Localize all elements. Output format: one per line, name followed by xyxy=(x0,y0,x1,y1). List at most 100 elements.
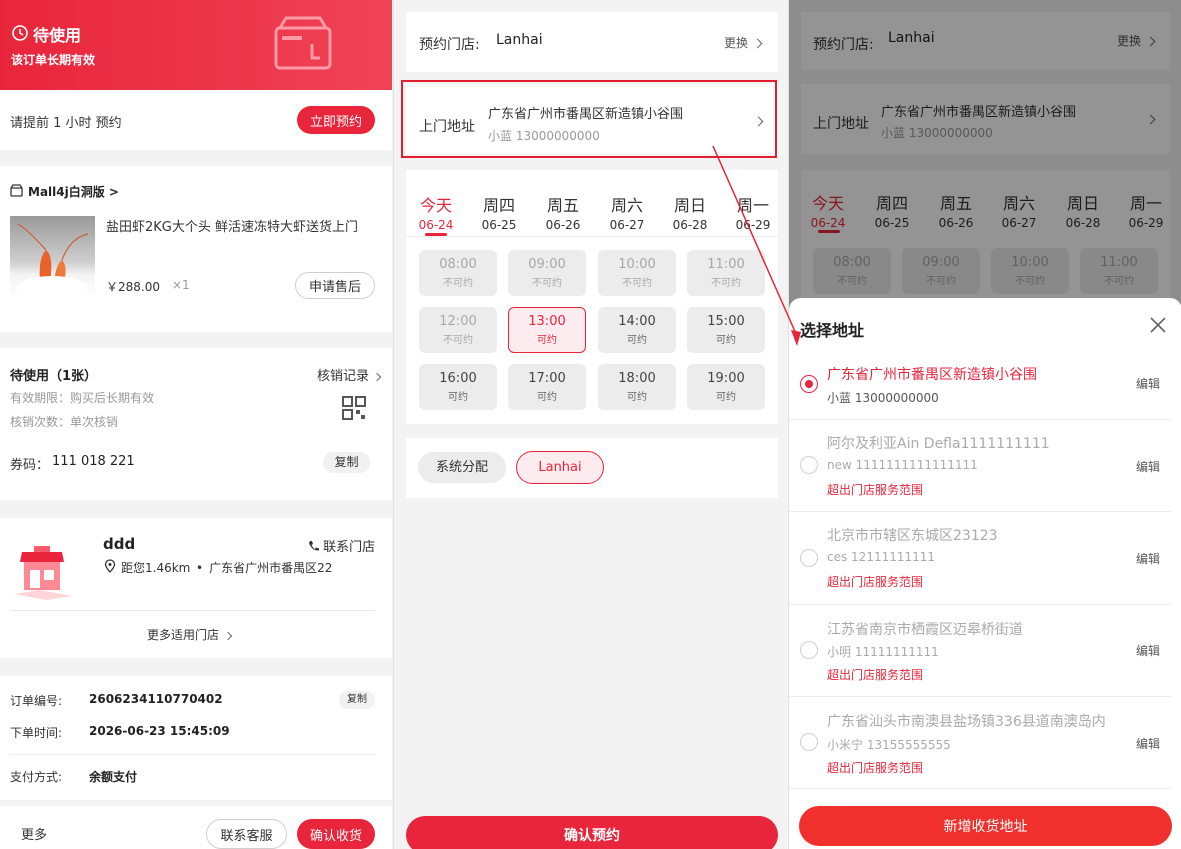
day-tab[interactable]: 周一 06-29 xyxy=(728,192,778,232)
time-slot[interactable]: 18:00 可约 xyxy=(598,364,676,410)
slot-time: 18:00 xyxy=(618,371,656,386)
day-name: 今天 xyxy=(419,196,452,215)
status-subtitle: 该订单长期有效 xyxy=(11,53,96,67)
day-name: 周日 xyxy=(673,196,706,215)
reserve-hint: 请提前 1 小时 预约 xyxy=(10,116,122,131)
more-stores-link[interactable]: 更多适用门店 xyxy=(147,626,233,643)
day-name: 周六 xyxy=(610,196,643,215)
system-assign-chip[interactable]: 系统分配 xyxy=(418,452,506,483)
order-detail-panel: 待使用 该订单长期有效 请提前 1 小时 预约 立即预约 Mall4j白洞版 >… xyxy=(0,0,392,849)
edit-address-button[interactable]: 编辑 xyxy=(1136,642,1160,659)
divider xyxy=(10,610,375,611)
product-title[interactable]: 盐田虾2KG大个头 鲜活速冻特大虾送货上门 xyxy=(106,216,376,235)
edit-address-button[interactable]: 编辑 xyxy=(1136,375,1160,392)
contact-service-button[interactable]: 联系客服 xyxy=(206,819,287,849)
address-option-text: 广东省广州市番禺区新造镇小谷围 xyxy=(827,367,1037,383)
edit-address-button[interactable]: 编辑 xyxy=(1136,550,1160,567)
slot-time: 10:00 xyxy=(618,257,656,272)
address-option-contact: 小明 11111111111 xyxy=(827,645,939,659)
slot-status: 可约 xyxy=(627,392,647,403)
product-image[interactable] xyxy=(10,216,95,300)
day-tab[interactable]: 周四 06-25 xyxy=(474,192,524,232)
edit-address-button[interactable]: 编辑 xyxy=(1136,458,1160,475)
address-option[interactable]: 阿尔及利亚Ain Defla1111111111 new 11111111111… xyxy=(789,420,1172,512)
day-date: 06-29 xyxy=(735,218,771,232)
time-slot[interactable]: 11:00 不可约 xyxy=(687,250,765,296)
confirm-receipt-button[interactable]: 确认收货 xyxy=(297,819,375,849)
radio-selected[interactable] xyxy=(800,375,818,393)
time-slot[interactable]: 12:00 不可约 xyxy=(419,307,497,353)
time-slot[interactable]: 08:00 不可约 xyxy=(419,250,497,296)
slot-status: 可约 xyxy=(627,335,647,346)
radio-unselected[interactable] xyxy=(800,456,818,474)
address-bottom-sheet: 选择地址 广东省广州市番禺区新造镇小谷围 小蓝 13000000000 编辑 阿… xyxy=(789,298,1181,849)
time-slot[interactable]: 19:00 可约 xyxy=(687,364,765,410)
out-of-range-warning: 超出门店服务范围 xyxy=(827,483,924,497)
edit-address-button[interactable]: 编辑 xyxy=(1136,735,1160,752)
time-slot[interactable]: 15:00 可约 xyxy=(687,307,765,353)
staff-card: 系统分配 Lanhai xyxy=(406,438,778,498)
slot-time: 15:00 xyxy=(707,314,745,329)
address-option[interactable]: 江苏省南京市栖霞区迈皋桥街道 小明 11111111111 超出门店服务范围 编… xyxy=(789,605,1172,697)
staff-chip-selected[interactable]: Lanhai xyxy=(516,451,604,484)
address-option[interactable]: 广东省汕头市南澳县盐场镇336县道南澳岛内 小米宁 13155555555 超出… xyxy=(789,697,1172,789)
radio-unselected[interactable] xyxy=(800,641,818,659)
time-slot[interactable]: 14:00 可约 xyxy=(598,307,676,353)
slot-time: 16:00 xyxy=(439,371,477,386)
reservation-panel: 预约门店: Lanhai 更换 上门地址 广东省广州市番禺区新造镇小谷围 小蓝 … xyxy=(393,0,787,849)
time-slot[interactable]: 10:00 不可约 xyxy=(598,250,676,296)
order-no-label: 订单编号: xyxy=(10,694,63,708)
slot-status: 可约 xyxy=(537,392,557,403)
day-tab-clip: 周一 06-29 xyxy=(728,170,778,234)
day-tab[interactable]: 周五 06-26 xyxy=(538,192,588,232)
shop-link[interactable]: Mall4j白洞版 > xyxy=(28,183,119,200)
address-option[interactable]: 广东省广州市番禺区新造镇小谷围 小蓝 13000000000 编辑 xyxy=(789,354,1172,420)
day-tab[interactable]: 今天 06-24 xyxy=(411,192,461,232)
more-button[interactable]: 更多 xyxy=(21,824,47,843)
add-address-button[interactable]: 新增收货地址 xyxy=(799,806,1172,846)
close-icon[interactable] xyxy=(1150,317,1166,333)
order-time: 2026-06-23 15:45:09 xyxy=(89,724,230,738)
order-info-card: 订单编号: 2606234110770402 复制 下单时间: 2026-06-… xyxy=(0,676,392,800)
confirm-reservation-button[interactable]: 确认预约 xyxy=(406,816,778,849)
contact-store-link[interactable]: 联系门店 xyxy=(308,536,375,555)
slot-time: 14:00 xyxy=(618,314,656,329)
chevron-right-icon xyxy=(372,372,382,382)
time-slot[interactable]: 16:00 可约 xyxy=(419,364,497,410)
store-select-card[interactable]: 预约门店: Lanhai 更换 xyxy=(406,12,778,72)
day-name: 周五 xyxy=(546,196,579,215)
address-option[interactable]: 北京市市辖区东城区23123 ces 12111111111 超出门店服务范围 … xyxy=(789,512,1172,605)
day-date: 06-24 xyxy=(418,218,454,232)
out-of-range-warning: 超出门店服务范围 xyxy=(827,668,924,682)
voucher-title: 待使用（1张） xyxy=(10,369,98,384)
voucher-validity: 有效期限：购买后长期有效 xyxy=(10,391,155,405)
radio-unselected[interactable] xyxy=(800,733,818,751)
copy-code-button[interactable]: 复制 xyxy=(323,452,370,473)
change-store-link[interactable]: 更换 xyxy=(724,34,763,51)
store-address-text: 广东省广州市番禺区22 xyxy=(209,561,333,575)
after-sale-button[interactable]: 申请售后 xyxy=(295,272,375,299)
out-of-range-warning: 超出门店服务范围 xyxy=(827,575,924,589)
pay-method: 余额支付 xyxy=(89,770,138,784)
redeem-record-link[interactable]: 核销记录 xyxy=(317,365,382,384)
copy-order-no-button[interactable]: 复制 xyxy=(339,691,375,709)
time-slot[interactable]: 09:00 不可约 xyxy=(508,250,586,296)
day-tab[interactable]: 周六 06-27 xyxy=(602,192,652,232)
radio-unselected[interactable] xyxy=(800,549,818,567)
reserve-card: 请提前 1 小时 预约 立即预约 xyxy=(0,90,392,150)
address-option-text: 阿尔及利亚Ain Defla1111111111 xyxy=(827,436,1050,452)
qrcode-icon[interactable] xyxy=(342,396,366,420)
slot-status: 不可约 xyxy=(443,278,473,289)
time-slot[interactable]: 17:00 可约 xyxy=(508,364,586,410)
reserve-now-button[interactable]: 立即预约 xyxy=(297,106,375,134)
address-option-text: 广东省汕头市南澳县盐场镇336县道南澳岛内 xyxy=(827,714,1106,730)
voucher-times: 核销次数：单次核销 xyxy=(10,415,119,429)
store-address: • 广东省广州市番禺区22 xyxy=(196,559,332,576)
more-stores-label: 更多适用门店 xyxy=(147,628,220,642)
change-label: 更换 xyxy=(724,36,749,50)
store-card: ddd 联系门店 距您1.46km • 广东省广州市番禺区22 更多适用门店 xyxy=(0,518,392,658)
day-tab[interactable]: 周日 06-28 xyxy=(665,192,715,232)
shop-arrow: > xyxy=(108,185,119,199)
day-name: 周四 xyxy=(482,196,515,215)
time-slot-selected[interactable]: 13:00 可约 xyxy=(508,307,586,353)
